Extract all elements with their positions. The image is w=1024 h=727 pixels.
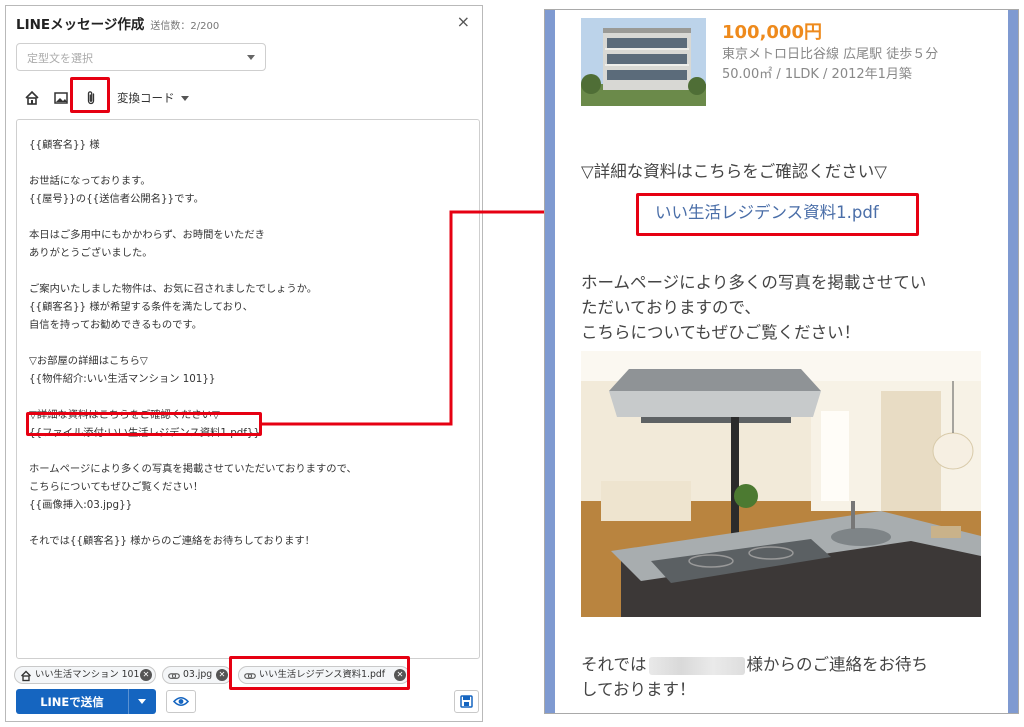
property-price: 100,000円 bbox=[722, 22, 822, 43]
closing-suffix: 様からのご連絡をお待ち bbox=[746, 655, 929, 674]
callout-pdf-link bbox=[636, 193, 919, 236]
preview-rail-left bbox=[545, 10, 555, 713]
closing-line-2: しております！ bbox=[581, 680, 696, 699]
hp-text-line: ただいておりますので、 bbox=[581, 298, 761, 317]
line-message-preview: 100,000円 東京メトロ日比谷線 広尾駅 徒歩５分 50.00㎡ / 1LD… bbox=[544, 9, 1019, 714]
property-access: 東京メトロ日比谷線 広尾駅 徒歩５分 bbox=[722, 47, 939, 62]
closing-line: それでは 様からのご連絡をお待ち bbox=[581, 651, 928, 675]
property-photo bbox=[581, 18, 706, 106]
inserted-image bbox=[581, 351, 981, 617]
doc-heading: ▽詳細な資料はこちらをご確認ください▽ bbox=[581, 162, 887, 181]
redacted-customer-name bbox=[648, 656, 745, 675]
hp-text-line: ホームページにより多くの写真を掲載させてい bbox=[581, 273, 927, 292]
hp-text-line: こちらについてもぜひご覧ください！ bbox=[581, 323, 861, 342]
preview-rail-right bbox=[1008, 10, 1018, 713]
property-specs: 50.00㎡ / 1LDK / 2012年1月築 bbox=[722, 67, 912, 82]
closing-prefix: それでは bbox=[581, 655, 647, 674]
